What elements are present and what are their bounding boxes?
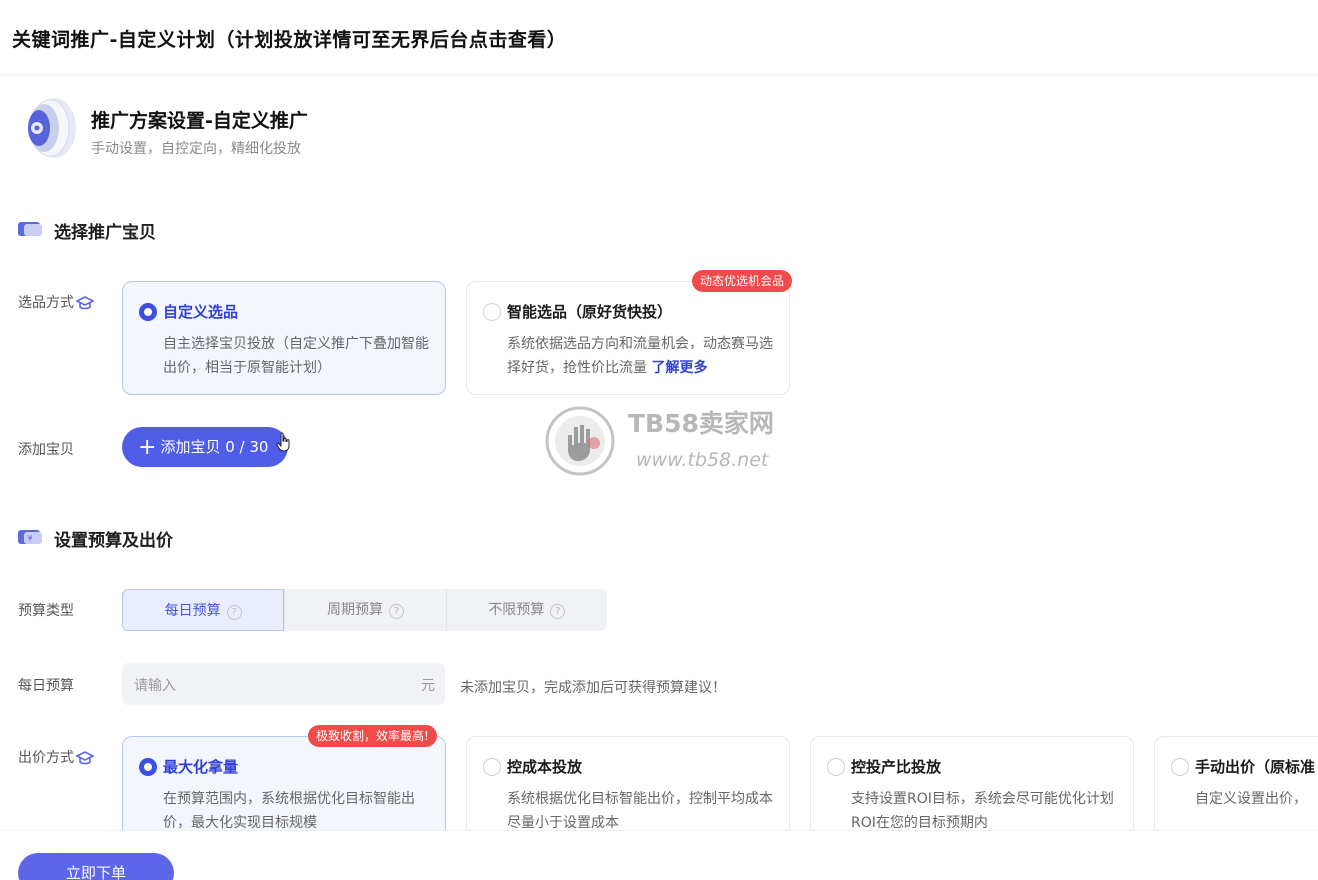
plan-title: 推广方案设置-自定义推广 xyxy=(91,110,308,132)
select-method-label: 选品方式 xyxy=(18,292,94,312)
option-title: 智能选品（原好货快投） xyxy=(507,303,673,321)
section-title-budget: 设置预算及出价 xyxy=(54,531,173,551)
radio-cost-control[interactable] xyxy=(483,758,501,776)
option-desc: 自主选择宝贝投放（自定义推广下叠加智能出价，相当于原智能计划） xyxy=(163,336,429,376)
page-title: 关键词推广-自定义计划（计划投放详情可至无界后台点击查看） xyxy=(12,29,567,51)
plan-subtitle: 手动设置，自控定向，精细化投放 xyxy=(91,141,301,157)
graduation-cap-icon xyxy=(76,296,94,310)
budget-hint: 未添加宝贝，完成添加后可获得预算建议！ xyxy=(460,680,726,696)
radio-max-volume[interactable] xyxy=(139,758,157,776)
option-title: 自定义选品 xyxy=(163,303,239,321)
option-custom-select[interactable]: 自定义选品 自主选择宝贝投放（自定义推广下叠加智能出价，相当于原智能计划） xyxy=(122,281,446,395)
option-desc: 自定义设置出价， xyxy=(1195,791,1307,807)
daily-budget-placeholder: 请输入 xyxy=(134,678,176,694)
daily-budget-label: 每日预算 xyxy=(18,678,74,694)
tab-daily-budget[interactable]: 每日预算? xyxy=(122,589,285,631)
watermark-url: www.tb58.net xyxy=(636,449,769,471)
watermark-name: TB58卖家网 xyxy=(628,409,774,438)
daily-budget-input[interactable]: 请输入 元 xyxy=(122,663,445,705)
add-product-button[interactable]: + 添加宝贝 0 / 30 xyxy=(122,427,288,467)
bid-method-label: 出价方式 xyxy=(18,747,94,767)
watermark-hand-logo-icon xyxy=(545,406,615,476)
add-product-label: 添加宝贝 xyxy=(18,442,74,458)
plus-icon: + xyxy=(138,435,157,460)
radio-smart-select[interactable] xyxy=(483,303,501,321)
question-icon[interactable]: ? xyxy=(388,604,404,619)
section-title-select: 选择推广宝贝 xyxy=(54,223,156,243)
learn-more-link[interactable]: 了解更多 xyxy=(651,360,707,376)
page-header: 关键词推广-自定义计划（计划投放详情可至无界后台点击查看） xyxy=(0,0,1318,76)
radio-manual[interactable] xyxy=(1171,758,1189,776)
coupon-icon: ¥ xyxy=(18,530,42,544)
option-smart-select[interactable]: 智能选品（原好货快投） 系统依据选品方向和流量机会，动态赛马选择好货，抢性价比流… xyxy=(466,281,790,395)
radio-roi-control[interactable] xyxy=(827,758,845,776)
budget-type-label: 预算类型 xyxy=(18,603,74,619)
bid-badge: 极致收割，效率最高! xyxy=(308,725,437,747)
svg-text:¥: ¥ xyxy=(27,534,32,543)
bottom-action-bar: 立即下单 xyxy=(0,830,1318,880)
option-desc: 系统根据优化目标智能出价，控制平均成本尽量小于设置成本 xyxy=(507,791,773,831)
option-desc: 在预算范围内，系统根据优化目标智能出价，最大化实现目标规模 xyxy=(163,791,415,831)
option-desc: 系统依据选品方向和流量机会，动态赛马选择好货，抢性价比流量 了解更多 xyxy=(507,336,773,376)
currency-unit: 元 xyxy=(421,678,435,694)
ticket-icon xyxy=(18,222,42,236)
submit-order-button[interactable]: 立即下单 xyxy=(18,853,174,880)
option-title: 控成本投放 xyxy=(507,758,583,776)
budget-type-selector: 每日预算? 周期预算? 不限预算? xyxy=(122,589,607,631)
option-title: 控投产比投放 xyxy=(851,758,942,776)
tab-unlimited-budget[interactable]: 不限预算? xyxy=(445,589,607,631)
radio-custom-select[interactable] xyxy=(139,303,157,321)
tab-period-budget[interactable]: 周期预算? xyxy=(284,589,445,631)
question-icon[interactable]: ? xyxy=(226,605,242,620)
graduation-cap-icon xyxy=(76,751,94,765)
option-title: 手动出价（原标准 xyxy=(1195,758,1316,776)
option-desc: 支持设置ROI目标，系统会尽可能优化计划ROI在您的目标预期内 xyxy=(851,791,1114,831)
plan-gear-logo-icon xyxy=(28,98,76,158)
option-title: 最大化拿量 xyxy=(163,758,239,776)
hand-cursor-icon xyxy=(276,432,290,452)
question-icon[interactable]: ? xyxy=(550,604,566,619)
option-badge: 动态优选机会品 xyxy=(692,270,793,292)
